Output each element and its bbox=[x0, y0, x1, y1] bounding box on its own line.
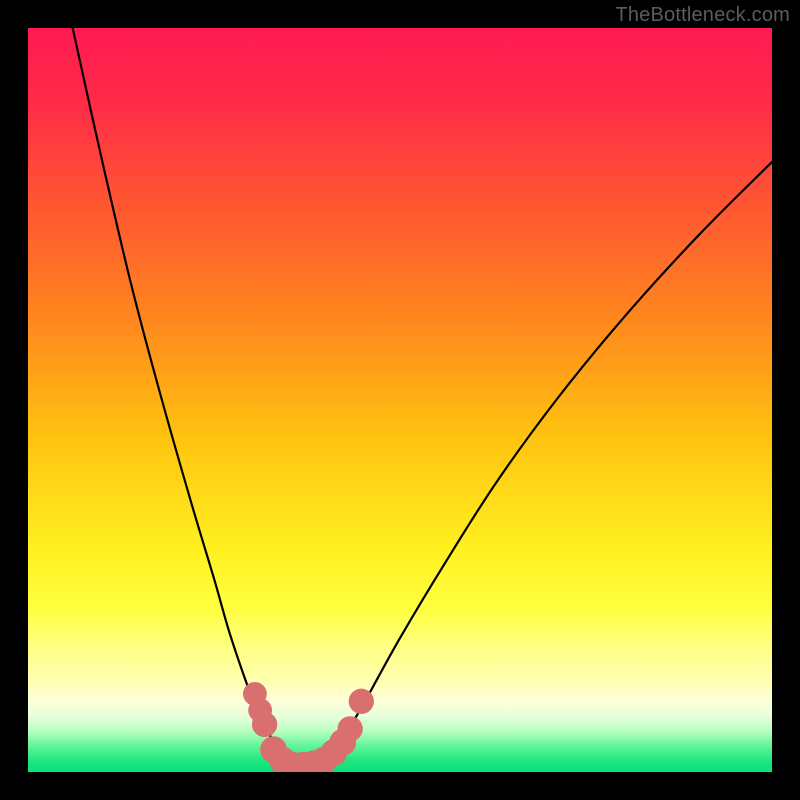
marker-dot bbox=[338, 716, 363, 741]
plot-area bbox=[28, 28, 772, 772]
highlight-markers bbox=[243, 682, 374, 772]
marker-dot bbox=[349, 689, 374, 714]
curve-right-branch bbox=[326, 162, 772, 761]
curve-left-branch bbox=[73, 28, 289, 761]
curve-layer bbox=[28, 28, 772, 772]
watermark-text: TheBottleneck.com bbox=[615, 4, 790, 27]
chart-frame: TheBottleneck.com bbox=[0, 0, 800, 800]
marker-dot bbox=[252, 712, 277, 737]
